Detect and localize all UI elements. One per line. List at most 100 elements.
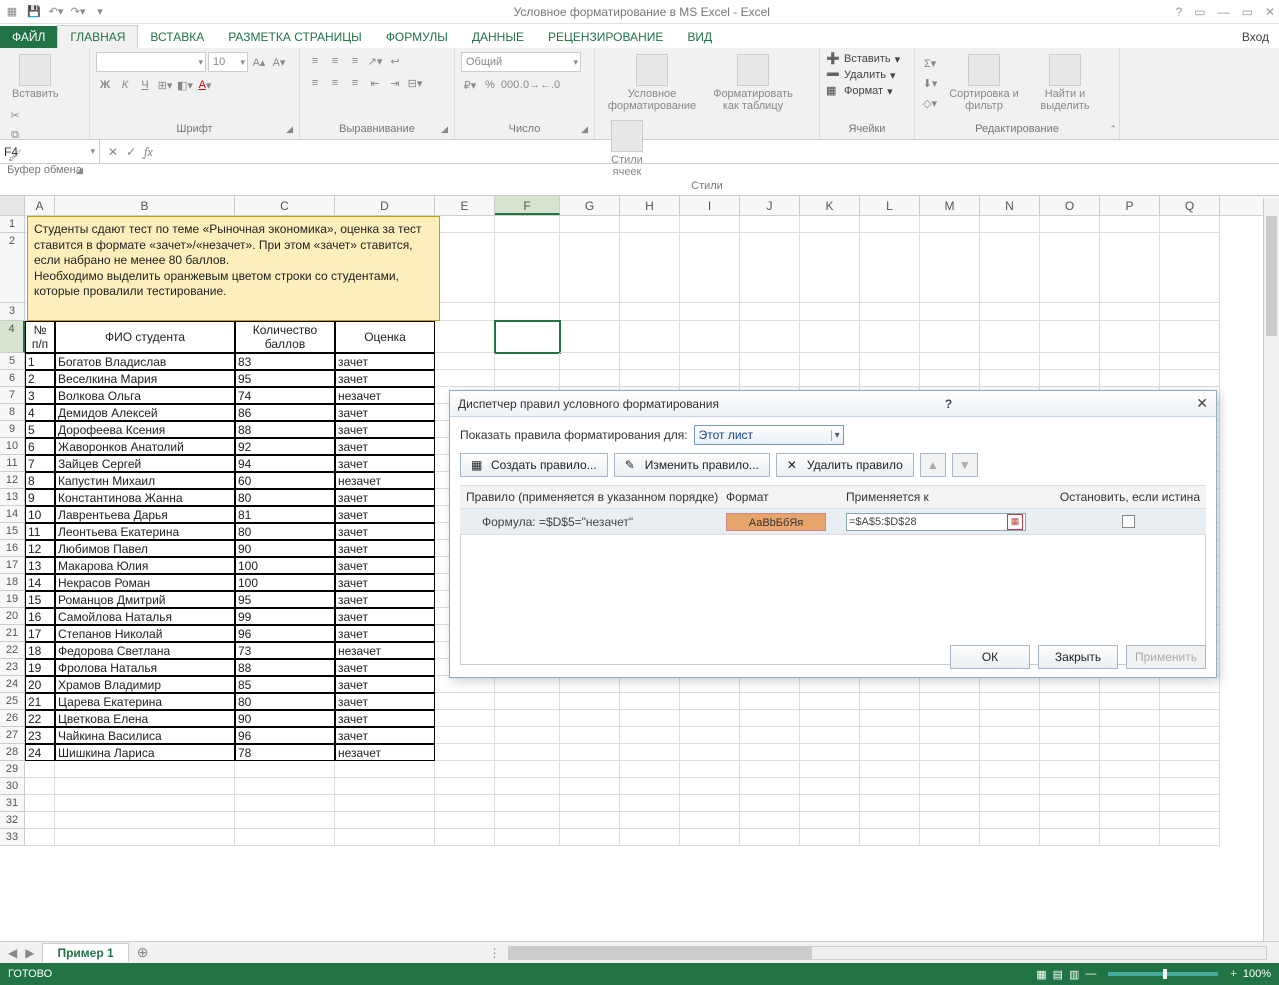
cell[interactable]	[495, 710, 560, 727]
tab-insert[interactable]: ВСТАВКА	[138, 26, 216, 48]
cell[interactable]	[1040, 353, 1100, 370]
cell[interactable]: 20	[25, 676, 55, 693]
cell[interactable]	[740, 353, 800, 370]
cell[interactable]	[620, 353, 680, 370]
cell[interactable]	[680, 693, 740, 710]
cell[interactable]: 81	[235, 506, 335, 523]
cell[interactable]: 23	[25, 727, 55, 744]
italic-button[interactable]: К	[116, 76, 134, 94]
cell[interactable]: Демидов Алексей	[55, 404, 235, 421]
row-header[interactable]: 30	[0, 778, 25, 795]
dialog-help-icon[interactable]: ?	[945, 397, 952, 411]
cell[interactable]: незачет	[335, 387, 435, 404]
cell[interactable]	[680, 303, 740, 321]
cell[interactable]	[740, 693, 800, 710]
row-header[interactable]: 10	[0, 438, 25, 455]
cell[interactable]: Богатов Владислав	[55, 353, 235, 370]
cell[interactable]	[620, 795, 680, 812]
cell[interactable]: Шишкина Лариса	[55, 744, 235, 761]
new-rule-button[interactable]: ▦Создать правило...	[460, 453, 608, 477]
cell[interactable]: незачет	[335, 744, 435, 761]
cell[interactable]	[435, 693, 495, 710]
cell[interactable]	[495, 829, 560, 846]
cell[interactable]	[740, 795, 800, 812]
cell[interactable]: 10	[25, 506, 55, 523]
cell[interactable]	[1160, 353, 1220, 370]
align-bot-icon[interactable]: ≡	[346, 52, 364, 70]
cell[interactable]	[1040, 744, 1100, 761]
column-header[interactable]: O	[1040, 196, 1100, 215]
cell[interactable]	[235, 778, 335, 795]
cell[interactable]	[980, 812, 1040, 829]
cell[interactable]	[1040, 795, 1100, 812]
align-left-icon[interactable]: ≡	[306, 74, 324, 92]
cell[interactable]	[435, 795, 495, 812]
cell[interactable]	[560, 761, 620, 778]
column-header[interactable]: I	[680, 196, 740, 215]
column-header[interactable]: D	[335, 196, 435, 215]
cell[interactable]: 21	[25, 693, 55, 710]
cell[interactable]	[740, 676, 800, 693]
cell[interactable]	[620, 744, 680, 761]
cell[interactable]	[860, 216, 920, 233]
cell[interactable]: 13	[25, 557, 55, 574]
cell[interactable]	[1100, 812, 1160, 829]
cell[interactable]	[980, 303, 1040, 321]
cell[interactable]	[1100, 761, 1160, 778]
cell[interactable]	[560, 216, 620, 233]
row-header[interactable]: 12	[0, 472, 25, 489]
cell[interactable]: 85	[235, 676, 335, 693]
column-header[interactable]: L	[860, 196, 920, 215]
cell[interactable]	[860, 829, 920, 846]
stop-if-true-checkbox[interactable]	[1122, 515, 1135, 528]
column-header[interactable]: M	[920, 196, 980, 215]
cell[interactable]	[25, 829, 55, 846]
merge-icon[interactable]: ⊟▾	[406, 74, 424, 92]
row-header[interactable]: 21	[0, 625, 25, 642]
cell[interactable]	[620, 233, 680, 303]
cell[interactable]	[800, 710, 860, 727]
column-header[interactable]: E	[435, 196, 495, 215]
cell[interactable]: 18	[25, 642, 55, 659]
bold-button[interactable]: Ж	[96, 76, 114, 94]
cell[interactable]	[740, 216, 800, 233]
apply-button[interactable]: Применить	[1126, 645, 1206, 669]
cell[interactable]	[435, 233, 495, 303]
cell[interactable]	[1100, 727, 1160, 744]
cell[interactable]: зачет	[335, 557, 435, 574]
column-header[interactable]: P	[1100, 196, 1160, 215]
cell[interactable]	[800, 353, 860, 370]
zoom-out-icon[interactable]: —	[1085, 968, 1096, 980]
row-header[interactable]: 28	[0, 744, 25, 761]
cell[interactable]	[25, 795, 55, 812]
cell[interactable]	[1160, 370, 1220, 387]
cell[interactable]	[740, 744, 800, 761]
row-header[interactable]: 6	[0, 370, 25, 387]
cell[interactable]	[495, 778, 560, 795]
tab-review[interactable]: РЕЦЕНЗИРОВАНИЕ	[536, 26, 675, 48]
cell[interactable]	[620, 727, 680, 744]
cell[interactable]: 8	[25, 472, 55, 489]
cell[interactable]: Капустин Михаил	[55, 472, 235, 489]
cell[interactable]	[335, 778, 435, 795]
row-header[interactable]: 5	[0, 353, 25, 370]
cell[interactable]	[920, 693, 980, 710]
cell[interactable]: 95	[235, 370, 335, 387]
cell[interactable]	[680, 761, 740, 778]
row-header[interactable]: 29	[0, 761, 25, 778]
cell[interactable]: 4	[25, 404, 55, 421]
cell[interactable]	[560, 829, 620, 846]
cell[interactable]	[980, 353, 1040, 370]
cell[interactable]	[620, 370, 680, 387]
cell[interactable]: 100	[235, 574, 335, 591]
cell[interactable]	[740, 761, 800, 778]
cell[interactable]	[980, 370, 1040, 387]
cell[interactable]: Фролова Наталья	[55, 659, 235, 676]
qat-more-icon[interactable]: ▾	[92, 4, 108, 20]
cell[interactable]	[860, 710, 920, 727]
tab-data[interactable]: ДАННЫЕ	[460, 26, 536, 48]
row-header[interactable]: 4	[0, 321, 25, 353]
cell[interactable]	[920, 216, 980, 233]
cell[interactable]	[435, 321, 495, 353]
cell[interactable]: зачет	[335, 489, 435, 506]
